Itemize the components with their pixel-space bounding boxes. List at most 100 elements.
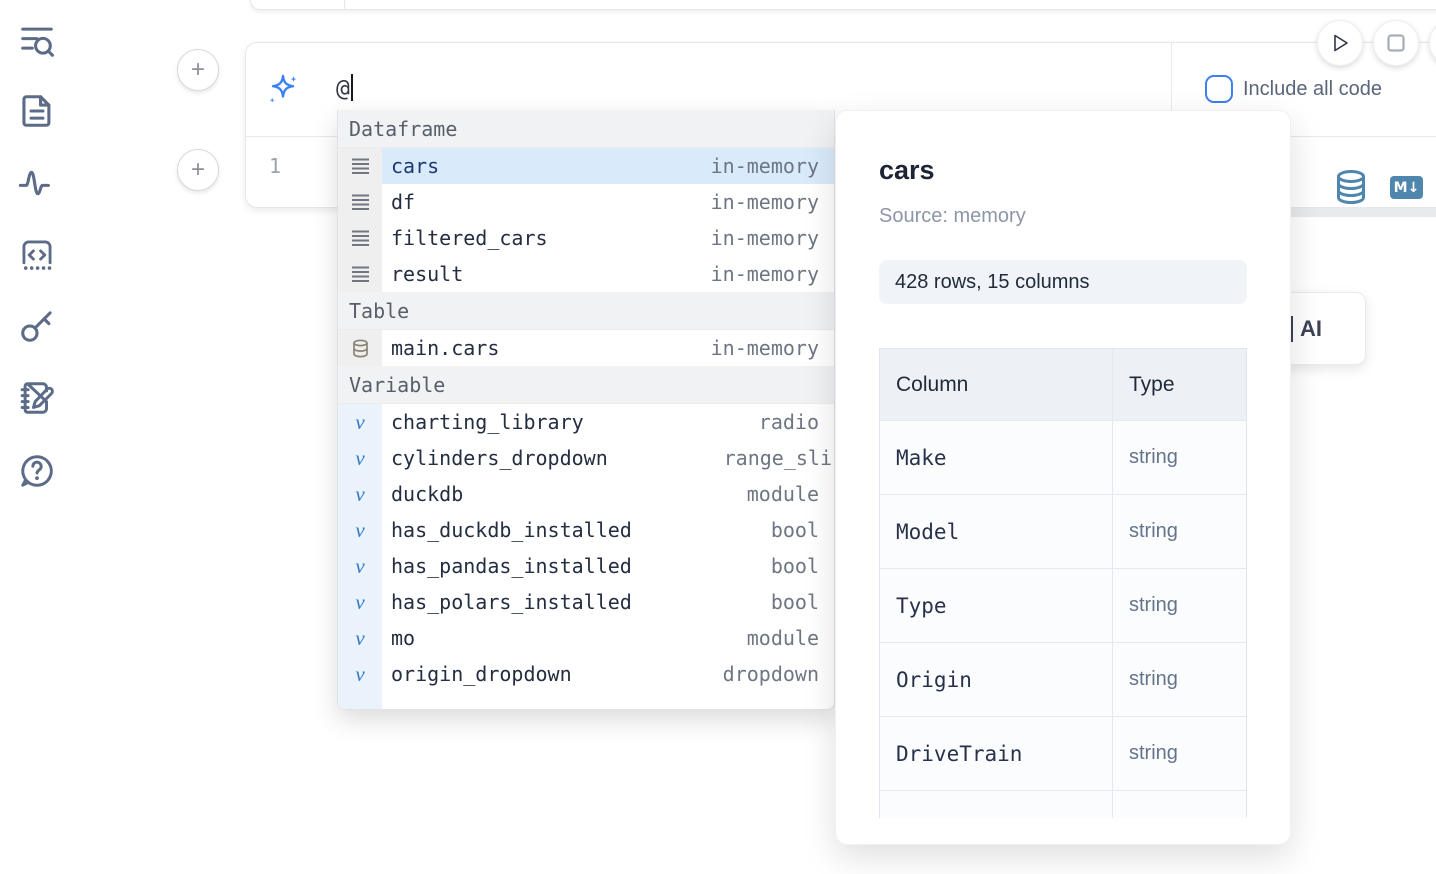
markdown-toggle-icon[interactable]: M↓: [1390, 176, 1423, 199]
text-cursor: [351, 74, 353, 101]
schema-header-row: Column Type: [880, 349, 1246, 421]
column-name: Make: [896, 446, 947, 470]
item-name: has_pandas_installed: [391, 554, 632, 578]
autocomplete-item[interactable]: df in-memory: [338, 184, 834, 220]
table-row: Make string: [880, 421, 1246, 495]
autocomplete-item[interactable]: v charting_library radio: [338, 404, 834, 440]
preview-shape-badge: 428 rows, 15 columns: [879, 260, 1247, 304]
autocomplete-item[interactable]: v cylinders_dropdown range_sli: [338, 440, 834, 476]
table-database-icon: [338, 330, 382, 366]
column-name: Origin: [896, 668, 972, 692]
activity-icon[interactable]: [18, 164, 56, 202]
variable-icon: v: [338, 656, 382, 692]
file-search-icon[interactable]: [18, 22, 56, 60]
table-row: DriveTrain string: [880, 717, 1246, 791]
run-button[interactable]: [1317, 20, 1363, 66]
section-header-variable: Variable: [338, 366, 834, 404]
item-type: bool: [771, 590, 819, 614]
item-name: has_polars_installed: [391, 590, 632, 614]
item-type: bool: [771, 554, 819, 578]
item-name: has_duckdb_installed: [391, 518, 632, 542]
preview-source: Source: memory: [879, 205, 1026, 228]
dataframe-rows-icon: [338, 220, 382, 256]
item-type: range_sli: [724, 446, 832, 470]
key-icon[interactable]: [18, 307, 56, 345]
item-type: in-memory: [711, 190, 819, 214]
line-number: 1: [269, 154, 281, 178]
variable-icon: v: [338, 620, 382, 656]
column-header: Column: [896, 373, 968, 397]
table-row: Model string: [880, 495, 1246, 569]
add-cell-button-bottom[interactable]: +: [177, 149, 219, 191]
table-row: Type string: [880, 569, 1246, 643]
ai-button-label: AI: [1300, 316, 1322, 342]
item-name: duckdb: [391, 482, 463, 506]
variable-icon: v: [338, 476, 382, 512]
item-type: module: [747, 482, 819, 506]
section-label: Dataframe: [349, 117, 457, 141]
item-name: cars: [391, 154, 439, 178]
variable-icon: v: [338, 548, 382, 584]
autocomplete-item[interactable]: v has_duckdb_installed bool: [338, 512, 834, 548]
preview-title: cars: [879, 155, 935, 186]
ai-sparkle-icon: [266, 73, 300, 107]
left-sidebar: [0, 0, 72, 874]
item-type: in-memory: [711, 226, 819, 250]
autocomplete-item[interactable]: cars in-memory: [338, 148, 834, 184]
item-name: main.cars: [391, 336, 499, 360]
column-type: string: [1129, 446, 1178, 469]
section-header-table: Table: [338, 292, 834, 330]
item-name: filtered_cars: [391, 226, 548, 250]
item-name: origin_dropdown: [391, 662, 572, 686]
column-type: string: [1129, 520, 1178, 543]
item-name: mo: [391, 626, 415, 650]
item-name: result: [391, 262, 463, 286]
stop-icon: [1385, 32, 1407, 54]
item-type: dropdown: [723, 662, 819, 686]
autocomplete-item[interactable]: v origin_dropdown dropdown: [338, 656, 834, 692]
autocomplete-item[interactable]: main.cars in-memory: [338, 330, 834, 366]
item-type: in-memory: [711, 154, 819, 178]
sql-database-icon[interactable]: [1334, 169, 1368, 205]
include-all-code-label: Include all code: [1243, 78, 1382, 101]
dataframe-rows-icon: [338, 184, 382, 220]
column-name: DriveTrain: [896, 742, 1022, 766]
add-cell-button-top[interactable]: +: [177, 49, 219, 91]
table-row-clipped: [880, 791, 1246, 818]
item-type: in-memory: [711, 262, 819, 286]
item-type: bool: [771, 518, 819, 542]
document-icon[interactable]: [18, 92, 56, 130]
autocomplete-item[interactable]: filtered_cars in-memory: [338, 220, 834, 256]
variable-icon: v: [338, 512, 382, 548]
stop-button[interactable]: [1373, 20, 1419, 66]
autocomplete-item[interactable]: v duckdb module: [338, 476, 834, 512]
column-type: string: [1129, 594, 1178, 617]
dataframe-preview-panel: cars Source: memory 428 rows, 15 columns…: [835, 110, 1291, 845]
type-header: Type: [1129, 373, 1175, 397]
help-icon[interactable]: [18, 452, 56, 490]
section-header-dataframe: Dataframe: [338, 110, 834, 148]
section-label: Variable: [349, 373, 445, 397]
previous-cell-bottom: [250, 0, 1436, 10]
autocomplete-item[interactable]: v has_pandas_installed bool: [338, 548, 834, 584]
ai-prompt-input[interactable]: @: [336, 74, 353, 102]
notebook-pen-icon[interactable]: [18, 379, 56, 417]
item-name: charting_library: [391, 410, 584, 434]
item-name: cylinders_dropdown: [391, 446, 608, 470]
code-snippet-icon[interactable]: [18, 236, 56, 274]
dataframe-rows-icon: [338, 148, 382, 184]
table-row: Origin string: [880, 643, 1246, 717]
item-type: in-memory: [711, 336, 819, 360]
include-all-code-checkbox[interactable]: [1205, 75, 1233, 103]
autocomplete-item[interactable]: result in-memory: [338, 256, 834, 292]
column-name: Type: [896, 594, 947, 618]
prompt-value: @: [336, 76, 350, 102]
autocomplete-dropdown: Dataframe cars in-memory df in-memory fi…: [337, 110, 835, 710]
section-label: Table: [349, 299, 409, 323]
gutter-divider: [344, 0, 345, 9]
autocomplete-item[interactable]: v has_polars_installed bool: [338, 584, 834, 620]
autocomplete-item[interactable]: v mo module: [338, 620, 834, 656]
play-icon: [1329, 32, 1351, 54]
schema-table: Column Type Make string Model string Typ…: [879, 348, 1247, 818]
dataframe-rows-icon: [338, 256, 382, 292]
